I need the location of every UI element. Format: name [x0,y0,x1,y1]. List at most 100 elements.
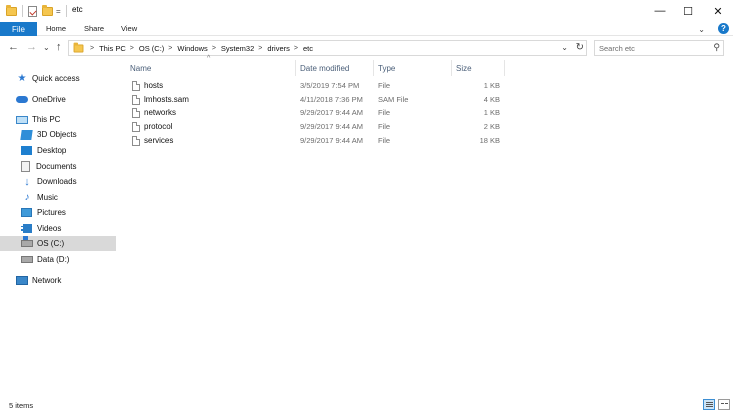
sidebar-item-pictures[interactable]: Pictures [0,205,116,220]
column-header-type[interactable]: Type [378,60,450,76]
up-button[interactable]: ↑ [56,41,62,53]
sidebar-item-videos[interactable]: Videos [0,221,116,236]
search-input[interactable]: Search etc ⚲ [594,40,724,56]
file-size: 1 KB [483,108,500,117]
expand-ribbon-icon[interactable]: ⌄ [698,25,705,34]
recent-locations-button[interactable]: ⌄ [43,43,50,52]
file-type: SAM File [378,95,409,104]
breadcrumb-windows[interactable]: Windows [177,44,207,53]
column-header-size[interactable]: Size [456,60,504,76]
refresh-icon[interactable]: ↻ [576,42,584,53]
sidebar-item-data-d[interactable]: Data (D:) [0,252,116,267]
table-row[interactable]: hosts 3/5/2019 7:54 PM File 1 KB [128,80,506,93]
column-divider[interactable] [295,60,296,76]
search-icon[interactable]: ⚲ [713,42,720,53]
search-placeholder: Search etc [599,43,635,53]
column-divider[interactable] [451,60,452,76]
file-type: File [378,81,391,90]
table-row[interactable]: lmhosts.sam 4/11/2018 7:36 PM SAM File 4… [128,94,506,107]
tab-home[interactable]: Home [46,24,66,33]
help-icon[interactable]: ? [718,23,729,34]
sidebar-item-this-pc[interactable]: This PC [0,112,116,127]
table-row[interactable]: protocol 9/29/2017 9:44 AM File 2 KB [128,121,506,134]
network-icon [16,276,28,285]
sidebar-item-music[interactable]: ♪ Music [0,190,116,205]
documents-icon [21,161,30,172]
close-button[interactable]: ✕ [703,0,733,22]
sidebar-item-label: OS (C:) [37,239,65,248]
tab-view[interactable]: View [121,24,137,33]
column-header-name[interactable]: Name [130,60,295,76]
details-view-button[interactable] [703,399,715,410]
sidebar-item-network[interactable]: Network [0,273,116,288]
file-type: File [378,108,391,117]
file-name: protocol [144,122,173,131]
file-date: 4/11/2018 7:36 PM [300,95,363,104]
sidebar-item-3d-objects[interactable]: 3D Objects [0,127,116,142]
customize-quick-access-icon[interactable]: = [56,4,61,18]
sidebar-item-documents[interactable]: Documents [0,159,116,174]
title-bar: = etc — ☐ ✕ [0,0,733,22]
window-title: etc [72,5,83,14]
file-type: File [378,136,391,145]
sidebar-item-label: Videos [37,224,62,233]
breadcrumb-system32[interactable]: System32 [221,44,254,53]
address-dropdown-icon[interactable]: ⌄ [561,43,568,52]
pictures-icon [21,208,32,217]
videos-icon [21,224,32,233]
sidebar-item-label: Documents [36,162,77,171]
download-arrow-icon: ↓ [24,175,30,188]
breadcrumb-separator-icon[interactable]: > [294,45,298,52]
table-row[interactable]: services 9/29/2017 9:44 AM File 18 KB [128,135,506,148]
breadcrumb-os-c[interactable]: OS (C:) [139,44,164,53]
file-icon [132,108,140,118]
file-icon [132,95,140,105]
sidebar-item-label: Network [32,276,62,285]
large-icons-view-button[interactable] [718,399,730,410]
breadcrumb-drivers[interactable]: drivers [267,44,290,53]
sidebar-item-label: Data (D:) [37,255,70,264]
file-icon [132,136,140,146]
column-header-date-modified[interactable]: Date modified [300,60,372,76]
sidebar-item-label: 3D Objects [37,130,77,139]
music-note-icon: ♪ [24,192,30,203]
file-size: 1 KB [483,81,500,90]
file-name: lmhosts.sam [144,95,189,104]
address-bar[interactable]: > This PC > OS (C:) > Windows > System32… [68,40,587,56]
sidebar-item-desktop[interactable]: Desktop [0,143,116,158]
back-button[interactable]: ← [8,41,19,53]
forward-button[interactable]: → [26,41,37,53]
breadcrumb-separator-icon[interactable]: > [258,45,262,52]
sidebar-item-downloads[interactable]: ↓ Downloads [0,174,116,189]
cloud-icon [16,96,28,103]
file-size: 2 KB [483,122,500,131]
sidebar-item-os-c[interactable]: OS (C:) [0,236,116,251]
windows-drive-icon [21,236,33,247]
tab-file[interactable]: File [0,22,37,36]
minimize-button[interactable]: — [645,0,675,22]
column-divider[interactable] [504,60,505,76]
3d-objects-icon [20,129,33,140]
status-item-count: 5 items [9,401,34,410]
breadcrumb-etc[interactable]: etc [303,44,313,53]
file-date: 9/29/2017 9:44 AM [300,136,363,145]
tab-share[interactable]: Share [84,24,104,33]
file-icon [132,122,140,132]
breadcrumb-separator-icon[interactable]: > [130,45,134,52]
desktop-icon [21,146,32,155]
file-date: 9/29/2017 9:44 AM [300,108,363,117]
column-divider[interactable] [373,60,374,76]
sidebar-item-onedrive[interactable]: OneDrive [0,92,116,107]
breadcrumb-this-pc[interactable]: This PC [99,44,126,53]
sidebar-item-quick-access[interactable]: ★ Quick access [0,71,116,86]
maximize-button[interactable]: ☐ [673,0,703,22]
properties-icon[interactable] [28,4,37,18]
table-row[interactable]: networks 9/29/2017 9:44 AM File 1 KB [128,107,506,120]
sidebar-item-label: Music [37,193,58,202]
breadcrumb-separator-icon[interactable]: > [212,45,216,52]
file-name: hosts [144,81,164,90]
folder-icon [73,42,84,53]
new-folder-icon[interactable] [42,4,53,18]
breadcrumb-separator-icon[interactable]: > [90,45,94,52]
breadcrumb-separator-icon[interactable]: > [168,45,172,52]
